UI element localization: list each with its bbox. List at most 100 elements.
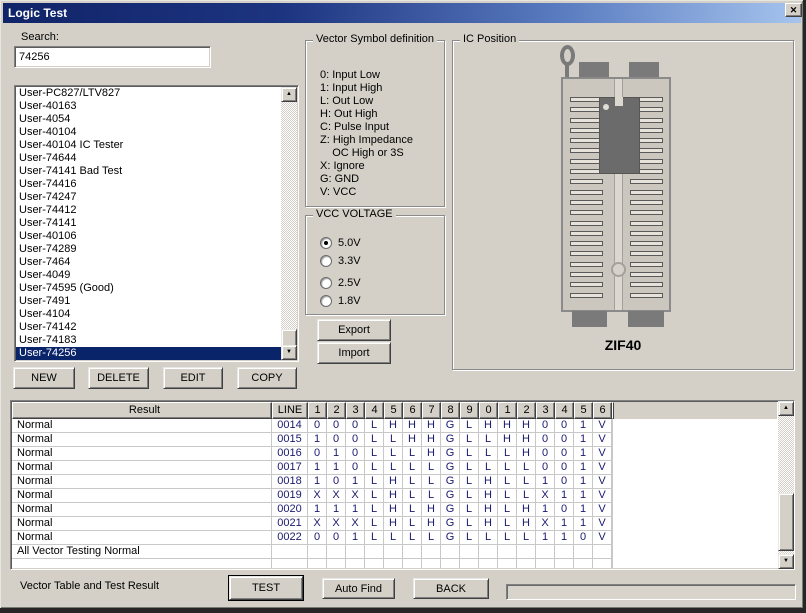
list-item[interactable]: User-40163: [16, 100, 281, 113]
list-item[interactable]: User-74141: [16, 217, 281, 230]
column-header-pin[interactable]: 5: [574, 402, 593, 419]
column-header-line[interactable]: LINE: [272, 402, 308, 419]
search-input[interactable]: [14, 46, 211, 68]
column-header-pin[interactable]: 0: [479, 402, 498, 419]
column-header-pin[interactable]: 3: [346, 402, 365, 419]
list-item[interactable]: User-74289: [16, 243, 281, 256]
radio-icon[interactable]: [320, 237, 332, 249]
table-row[interactable]: Normal 0015 1 0 0 L L H H G L L H H 0 0: [12, 433, 777, 447]
scroll-down-icon[interactable]: ▼: [778, 554, 794, 569]
list-item[interactable]: User-7464: [16, 256, 281, 269]
cell-pin: L: [365, 419, 384, 433]
list-item[interactable]: User-74256: [16, 347, 281, 360]
cell-pin: L: [403, 503, 422, 517]
back-button[interactable]: BACK: [413, 578, 489, 599]
table-scrollbar[interactable]: ▲ ▼: [778, 401, 794, 569]
cell-pin: H: [384, 517, 403, 531]
list-item[interactable]: User-7491: [16, 295, 281, 308]
radio-2v5[interactable]: 2.5V: [320, 274, 444, 292]
list-item[interactable]: User-74595 (Good): [16, 282, 281, 295]
cell-pin: L: [365, 433, 384, 447]
table-row[interactable]: Normal 0017 1 1 0 L L L L G L L L L 0 0: [12, 461, 777, 475]
radio-icon[interactable]: [320, 277, 332, 289]
list-item[interactable]: User-PC827/LTV827: [16, 87, 281, 100]
copy-button[interactable]: COPY: [237, 367, 297, 389]
table-row[interactable]: Normal 0020 1 1 1 L H L H G L H L H 1 0: [12, 503, 777, 517]
cell-pin: 1: [574, 503, 593, 517]
cell-line: 0018: [272, 475, 308, 489]
cell-pin: 1: [327, 503, 346, 517]
cell-pin: L: [498, 489, 517, 503]
cell-pin: [498, 545, 517, 559]
table-summary-row[interactable]: All Vector Testing Normal: [12, 545, 777, 559]
column-header-pin[interactable]: 2: [327, 402, 346, 419]
radio-icon[interactable]: [320, 255, 332, 267]
list-item[interactable]: User-40106: [16, 230, 281, 243]
column-header-pin[interactable]: 2: [517, 402, 536, 419]
cell-pin: [479, 545, 498, 559]
column-header-pin[interactable]: 6: [403, 402, 422, 419]
scroll-up-icon[interactable]: ▲: [778, 401, 794, 416]
list-item[interactable]: User-74183: [16, 334, 281, 347]
list-item[interactable]: User-74142: [16, 321, 281, 334]
import-button[interactable]: Import: [317, 342, 391, 364]
column-header-pin[interactable]: 3: [536, 402, 555, 419]
scroll-down-icon[interactable]: ▼: [281, 345, 297, 360]
list-item[interactable]: User-74416: [16, 178, 281, 191]
list-item[interactable]: User-40104: [16, 126, 281, 139]
list-item[interactable]: User-4054: [16, 113, 281, 126]
new-button[interactable]: NEW: [13, 367, 75, 389]
table-scroll-thumb[interactable]: [778, 493, 794, 551]
cell-pin: G: [441, 419, 460, 433]
radio-icon[interactable]: [320, 295, 332, 307]
radio-1v8[interactable]: 1.8V: [320, 292, 444, 310]
cell-pin: L: [403, 517, 422, 531]
list-item[interactable]: User-74141 Bad Test: [16, 165, 281, 178]
result-table: Result LINE 1 2 3 4 5 6 7 8 9 0 1 2 3 4 …: [10, 400, 795, 570]
column-header-pin[interactable]: 8: [441, 402, 460, 419]
auto-find-button[interactable]: Auto Find: [322, 578, 395, 599]
list-item-label: User-40106: [19, 230, 76, 242]
column-header-pin[interactable]: 5: [384, 402, 403, 419]
table-row[interactable]: Normal 0019 X X X L H L L G L H L L X 1: [12, 489, 777, 503]
table-row[interactable]: Normal 0016 0 1 0 L L L H G L L L H 0 0: [12, 447, 777, 461]
delete-button[interactable]: DELETE: [88, 367, 149, 389]
cell-pin: 1: [308, 461, 327, 475]
column-header-pin[interactable]: 9: [460, 402, 479, 419]
cell-pin: [555, 545, 574, 559]
list-item[interactable]: User-74412: [16, 204, 281, 217]
table-row[interactable]: Normal 0018 1 0 1 L H L L G L H L L 1 0: [12, 475, 777, 489]
device-listbox: User-PC827/LTV827 User-40163 User-4054 U…: [14, 85, 299, 362]
export-button[interactable]: Export: [317, 319, 391, 341]
cell-pin: H: [422, 433, 441, 447]
cell-pin: G: [441, 475, 460, 489]
table-row[interactable]: Normal 0022 0 0 1 L L L L G L L L L 1 1: [12, 531, 777, 545]
close-icon[interactable]: ✕: [785, 3, 802, 17]
edit-button[interactable]: EDIT: [163, 367, 223, 389]
list-item[interactable]: User-74644: [16, 152, 281, 165]
list-item[interactable]: User-4104: [16, 308, 281, 321]
cell-pin: L: [422, 489, 441, 503]
cell-pin: 0: [327, 433, 346, 447]
test-button[interactable]: TEST: [229, 576, 303, 600]
list-item-label: User-7491: [19, 295, 70, 307]
column-header-pin[interactable]: 1: [498, 402, 517, 419]
cell-pin: H: [403, 419, 422, 433]
radio-3v3[interactable]: 3.3V: [320, 252, 444, 270]
column-header-result[interactable]: Result: [12, 402, 272, 419]
column-header-pin[interactable]: 6: [593, 402, 612, 419]
list-item[interactable]: User-40104 IC Tester: [16, 139, 281, 152]
list-scrollbar[interactable]: ▲ ▼: [281, 87, 297, 360]
cell-pin: H: [384, 489, 403, 503]
column-header-pin[interactable]: 4: [555, 402, 574, 419]
column-header-pin[interactable]: 1: [308, 402, 327, 419]
column-header-pin[interactable]: 7: [422, 402, 441, 419]
list-item[interactable]: User-4049: [16, 269, 281, 282]
list-item[interactable]: User-74247: [16, 191, 281, 204]
table-row[interactable]: Normal 0021 X X X L H L H G L H L H X 1: [12, 517, 777, 531]
table-row[interactable]: Normal 0014 0 0 0 L H H H G L H H H 0 0: [12, 419, 777, 433]
radio-5v[interactable]: 5.0V: [320, 234, 444, 252]
status-text: Vector Table and Test Result: [20, 580, 159, 592]
column-header-pin[interactable]: 4: [365, 402, 384, 419]
scroll-up-icon[interactable]: ▲: [281, 87, 297, 102]
